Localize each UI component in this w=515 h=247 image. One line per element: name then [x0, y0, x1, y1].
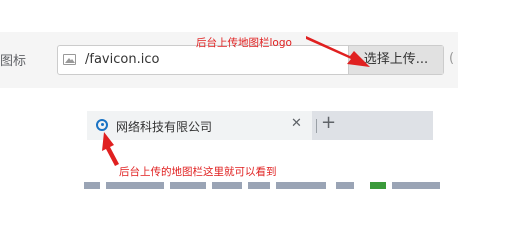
- annotation-arrows: [102, 36, 370, 166]
- arrow-to-favicon: [102, 132, 119, 166]
- arrow-to-upload-button: [306, 36, 370, 67]
